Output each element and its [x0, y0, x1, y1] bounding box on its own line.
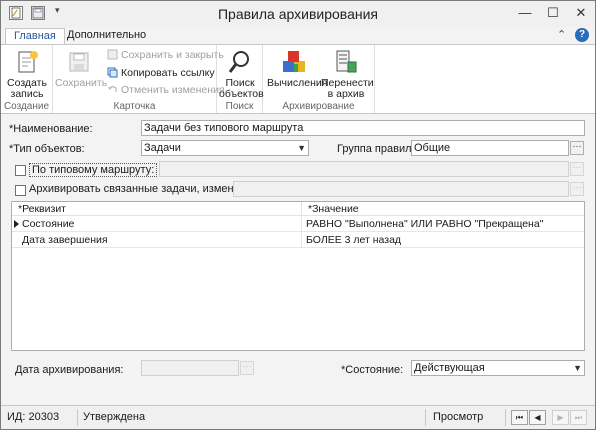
status-divider [505, 409, 506, 426]
undo-icon [107, 84, 118, 95]
route-field [159, 161, 569, 177]
undo-changes-button[interactable]: Отменить изменения [107, 84, 225, 96]
record-id: ИД: 20303 [7, 411, 60, 423]
column-header-value[interactable]: *Значение [302, 202, 584, 216]
table-cell-attribute[interactable]: Дата завершения [18, 233, 302, 248]
compute-blocks-icon [280, 48, 308, 76]
ribbon-group-search: Поиск объектов Поиск [217, 45, 264, 113]
copy-link-icon [107, 67, 118, 78]
archive-date-button: ··· [240, 361, 254, 375]
ribbon-tabs: Главная Дополнительно ⌃ ? [1, 27, 595, 44]
state-label: *Состояние: [341, 364, 404, 376]
table-cell-value[interactable]: РАВНО "Выполнена" ИЛИ РАВНО "Прекращена" [302, 217, 584, 232]
group-field[interactable]: Общие [411, 140, 569, 156]
related-tasks-label[interactable]: Архивировать связанные задачи, измененны… [29, 183, 266, 195]
table-cell-attribute[interactable]: Состояние [18, 217, 302, 232]
save-label: Сохранить [55, 77, 108, 89]
archive-date-label: Дата архивирования: [15, 364, 124, 376]
copy-link-button[interactable]: Копировать ссылку [107, 67, 215, 79]
maximize-button[interactable]: ☐ [539, 1, 567, 27]
group-label-archive: Архивирование [282, 101, 355, 112]
first-record-button[interactable]: ⏮ [511, 410, 528, 425]
undo-changes-label: Отменить изменения [121, 84, 225, 96]
save-and-close-label: Сохранить и закрыть [121, 49, 224, 61]
title-bar: ▾ Правила архивирования — ☐ ✕ [1, 1, 595, 27]
archive-server-icon [332, 48, 360, 76]
type-select[interactable]: Задачи ▼ [141, 140, 309, 156]
copy-link-label: Копировать ссылку [121, 67, 215, 79]
table-row[interactable]: Состояние РАВНО "Выполнена" ИЛИ РАВНО "П… [12, 217, 584, 232]
create-record-line2: запись [10, 88, 44, 100]
window-title: Правила архивирования [217, 6, 378, 22]
new-record-icon [13, 48, 41, 76]
name-field[interactable]: Задачи без типового маршрута [141, 120, 585, 136]
last-record-button[interactable]: ⏭ [570, 410, 587, 425]
search-objects-button[interactable]: Поиск объектов [219, 48, 264, 100]
chevron-down-icon: ▼ [297, 143, 306, 153]
related-tasks-checkbox[interactable] [15, 185, 26, 196]
next-record-button[interactable]: ▶ [552, 410, 569, 425]
route-label[interactable]: По типовому маршруту: [29, 163, 158, 177]
close-button[interactable]: ✕ [567, 1, 595, 27]
save-icon [65, 48, 93, 76]
state-select[interactable]: Действующая ▼ [411, 360, 585, 376]
group-label: Группа правил: [337, 143, 415, 155]
tab-additional[interactable]: Дополнительно [59, 28, 154, 44]
archive-rules-window: ▾ Правила архивирования — ☐ ✕ Главная До… [0, 0, 596, 430]
tab-main[interactable]: Главная [5, 28, 65, 44]
type-label: *Тип объектов: [9, 143, 85, 155]
state-select-value: Действующая [414, 362, 485, 374]
column-header-attribute[interactable]: *Реквизит [12, 202, 302, 216]
search-line2: объектов [219, 88, 264, 100]
chevron-down-icon: ▼ [573, 363, 582, 373]
compute-label: Вычисления [267, 77, 328, 89]
move-to-archive-button[interactable]: Перенести в архив [321, 48, 374, 100]
create-record-button[interactable]: Создать запись [5, 48, 49, 100]
previous-record-button[interactable]: ◀ [529, 410, 546, 425]
related-tasks-field [233, 181, 569, 197]
compute-button[interactable]: Вычисления [267, 48, 328, 89]
type-select-value: Задачи [144, 142, 181, 154]
group-label-card: Карточка [113, 101, 156, 112]
help-icon[interactable]: ? [575, 28, 589, 42]
status-divider [425, 409, 426, 426]
criteria-table: *Реквизит *Значение Состояние РАВНО "Вып… [11, 201, 585, 351]
table-cell-value[interactable]: БОЛЕЕ 3 лет назад [302, 233, 584, 248]
ribbon-group-archive: Вычисления Перенести в архив Архивирован… [263, 45, 375, 113]
save-and-close-button[interactable]: Сохранить и закрыть [107, 49, 224, 61]
archive-date-field [141, 360, 239, 376]
move-line2: в архив [327, 88, 365, 100]
status-bar: ИД: 20303 Утверждена Просмотр ⏮ ◀ ▶ ⏭ [1, 405, 595, 429]
collapse-ribbon-icon[interactable]: ⌃ [557, 27, 566, 43]
route-checkbox[interactable] [15, 165, 26, 176]
group-label-create: Создание [3, 101, 50, 112]
approval-status: Утверждена [83, 411, 146, 423]
minimize-button[interactable]: — [511, 1, 539, 27]
table-row[interactable]: Дата завершения БОЛЕЕ 3 лет назад [12, 233, 584, 248]
status-divider [77, 409, 78, 426]
route-ellipsis-button: ··· [570, 162, 584, 176]
ribbon-group-create: Создать запись Создание [1, 45, 53, 113]
ribbon: Создать запись Создание Сохранить Сохран… [1, 44, 595, 114]
group-label-search: Поиск [225, 101, 254, 112]
related-ellipsis-button: ··· [570, 182, 584, 196]
save-close-icon [107, 49, 118, 60]
search-icon [226, 48, 254, 76]
save-button[interactable]: Сохранить [55, 48, 108, 89]
name-label: *Наименование: [9, 123, 93, 135]
view-mode: Просмотр [433, 411, 484, 423]
group-ellipsis-button[interactable]: ··· [570, 141, 584, 155]
ribbon-group-card: Сохранить Сохранить и закрыть Копировать… [53, 45, 225, 113]
